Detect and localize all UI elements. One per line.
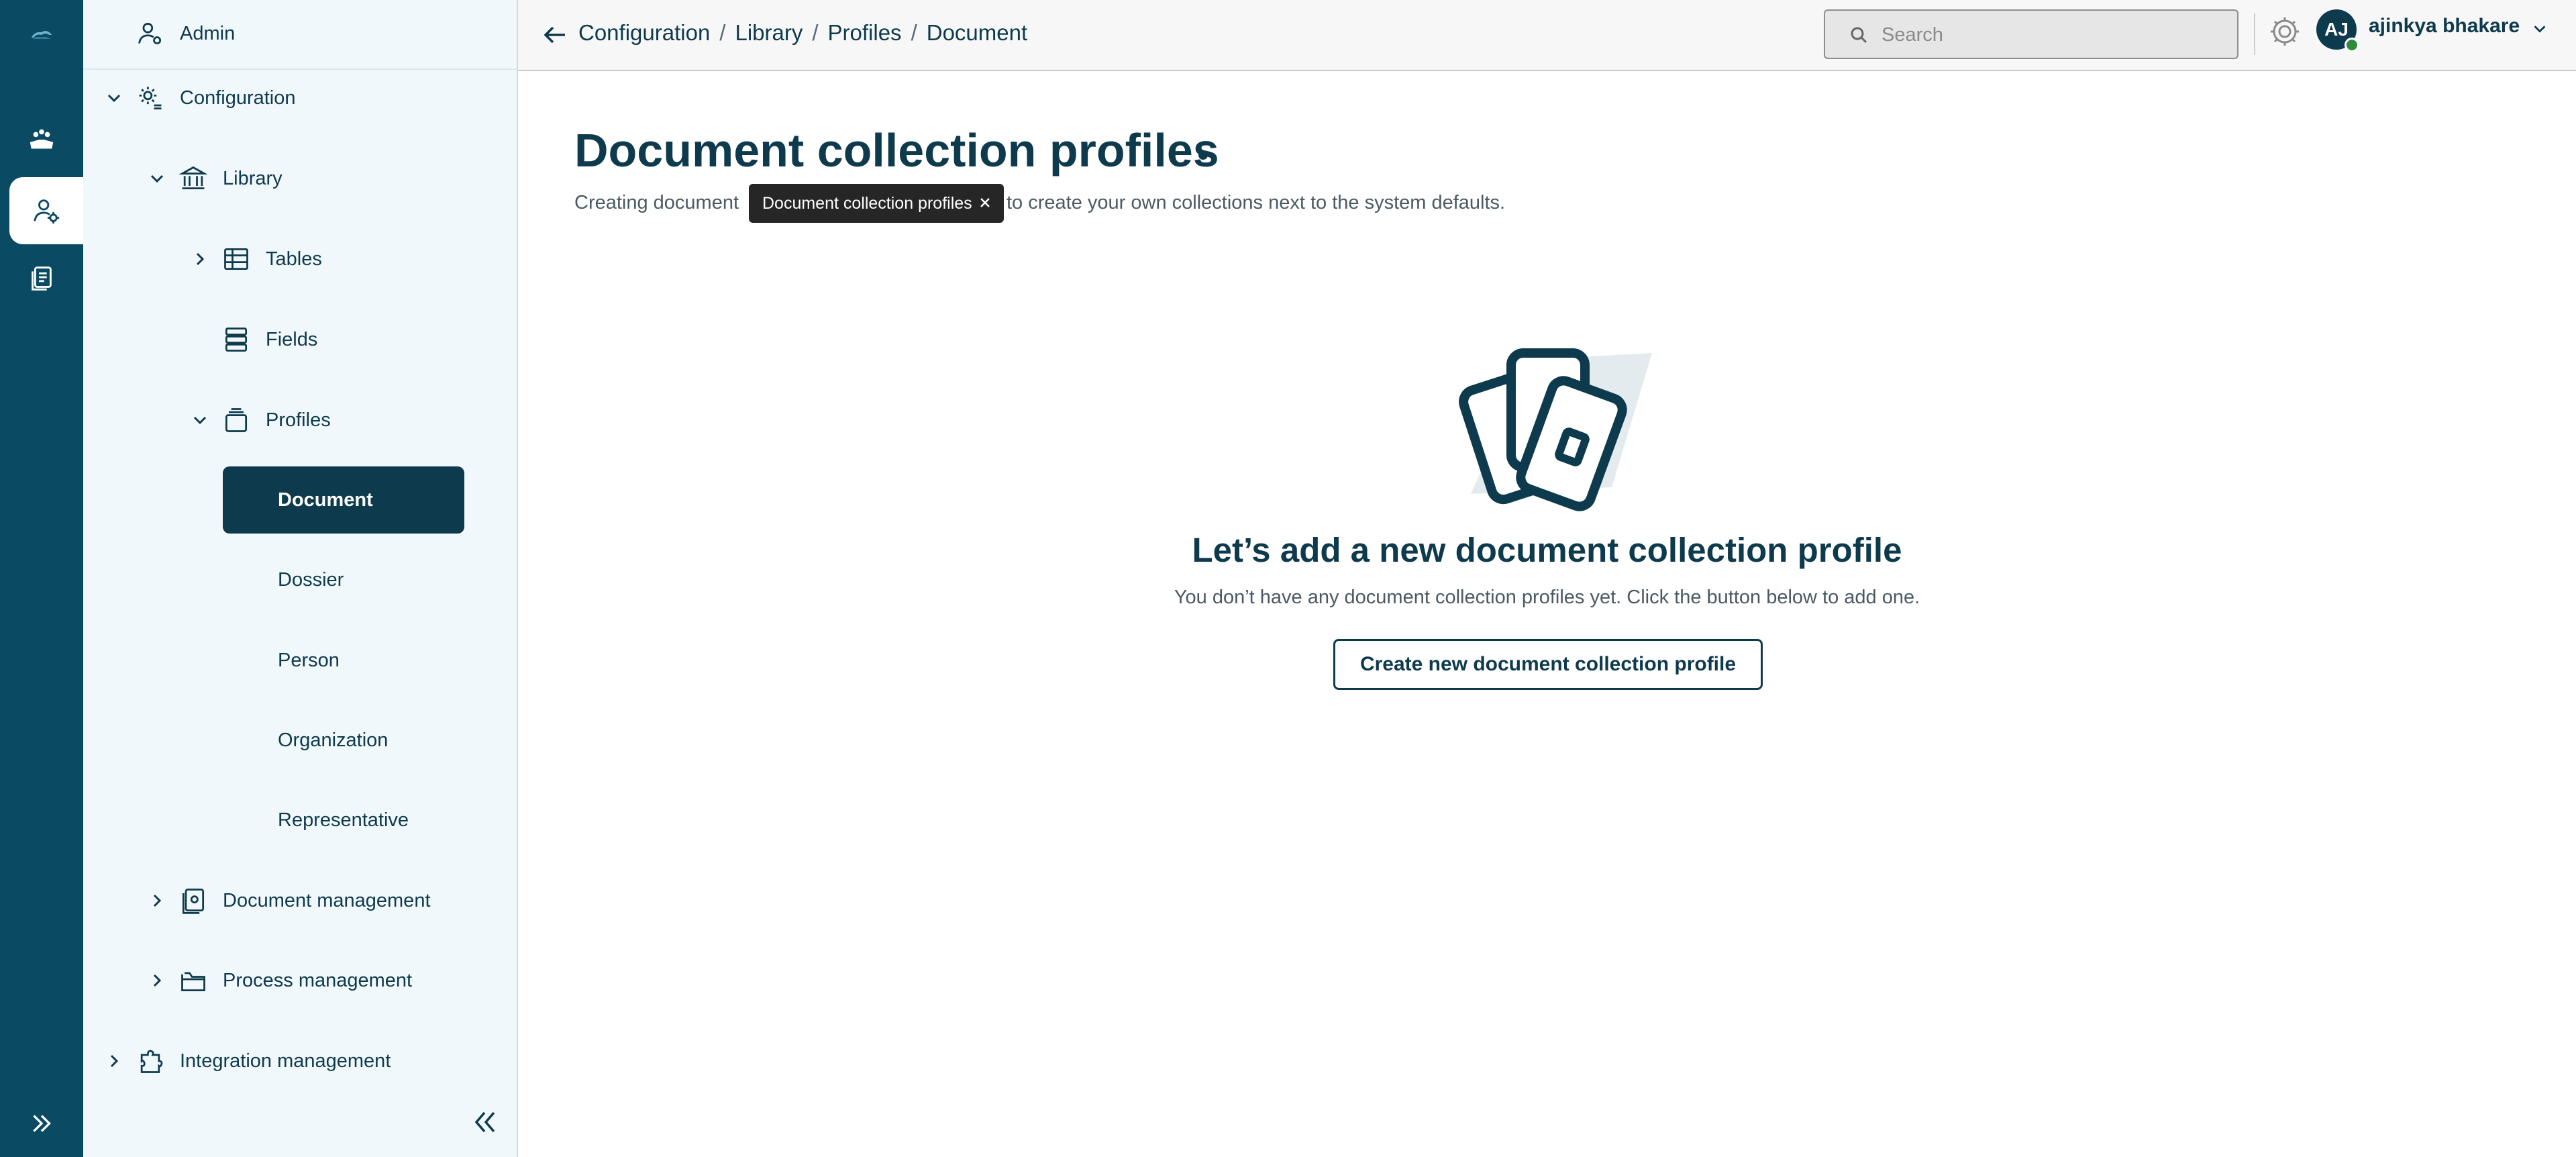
breadcrumb-item-configuration[interactable]: Configuration	[578, 20, 710, 46]
sidenav-item-library[interactable]: Library	[83, 154, 518, 203]
sidenav-label: Configuration	[180, 87, 296, 109]
page-description-end: to create your own collections next to t…	[1007, 192, 1506, 213]
sidenav-label: Admin	[180, 22, 236, 44]
rail-expand-button[interactable]	[0, 1090, 83, 1157]
chevron-down-icon	[193, 416, 207, 425]
empty-state-text: You don’t have any document collection p…	[1174, 587, 1920, 608]
sidenav-label: Library	[223, 167, 282, 189]
breadcrumb-separator: /	[911, 20, 917, 45]
sidenav-item-profiles[interactable]: Profiles	[83, 396, 518, 444]
sidenav-item-integration-management[interactable]: Integration management	[83, 1037, 518, 1085]
sidenav-item-tables[interactable]: Tables	[83, 235, 518, 283]
sidenav-item-fields[interactable]: Fields	[83, 315, 518, 364]
breadcrumb-item-library[interactable]: Library	[735, 20, 803, 46]
admin-sidenav: Admin Configuration Library Tables Field…	[83, 0, 518, 1157]
avatar-initials: AJ	[2324, 19, 2349, 40]
document-management-icon	[182, 889, 205, 914]
sidenav-item-organization[interactable]: Organization	[223, 707, 464, 774]
sidenav-label: Tables	[266, 248, 322, 270]
documents-icon	[32, 266, 52, 291]
avatar[interactable]: AJ	[2316, 9, 2359, 52]
sidenav-item-dossier[interactable]: Dossier	[223, 546, 464, 613]
search-input[interactable]	[1882, 19, 2217, 51]
chevron-right-icon	[153, 974, 162, 987]
breadcrumb-item-profiles[interactable]: Profiles	[828, 20, 902, 46]
sidenav-label: Integration management	[180, 1050, 391, 1072]
breadcrumb-separator: /	[719, 20, 726, 45]
collapse-sidenav-icon[interactable]	[467, 1107, 502, 1137]
chevron-right-icon	[110, 1054, 119, 1068]
back-arrow-icon[interactable]	[542, 21, 569, 48]
create-profile-button[interactable]: Create new document collection profile	[1333, 639, 1763, 690]
chevron-down-icon[interactable]	[2531, 20, 2548, 38]
user-gear-icon	[138, 22, 162, 45]
rail-admin-button[interactable]	[9, 177, 83, 244]
folder-icon	[181, 972, 205, 992]
title-info-dot[interactable]	[1198, 150, 1208, 160]
sidenav-label: Document management	[223, 889, 431, 911]
close-icon[interactable]	[976, 193, 994, 212]
search-icon	[1851, 27, 1867, 44]
main-content: Document collection profiles Creating do…	[518, 71, 2576, 1157]
tooltip: Document collection profiles	[749, 184, 1004, 223]
chevron-right-icon	[153, 894, 162, 907]
rail-documents-button[interactable]	[0, 244, 83, 311]
top-bar: Configuration / Library / Profiles / Doc…	[518, 0, 2576, 71]
breadcrumb-separator: /	[812, 20, 819, 45]
sidenav-item-representative[interactable]: Representative	[223, 787, 464, 854]
sidenav-header: Admin	[83, 0, 518, 70]
app-rail	[0, 0, 83, 1157]
header-divider	[2254, 13, 2255, 55]
tooltip-text: Document collection profiles	[762, 193, 972, 213]
sidenav-item-admin[interactable]: Admin	[83, 9, 518, 58]
hands-icon	[30, 129, 54, 149]
app-logo[interactable]	[0, 0, 83, 70]
table-icon	[224, 248, 248, 270]
sidenav-item-document-management[interactable]: Document management	[83, 876, 518, 925]
breadcrumb: Configuration / Library / Profiles / Doc…	[578, 20, 1027, 46]
user-name[interactable]: ajinkya bhakare	[2369, 15, 2520, 38]
user-gear-icon	[34, 199, 60, 224]
sidenav-item-process-management[interactable]: Process management	[83, 956, 518, 1005]
cloud-logo-icon	[31, 31, 52, 39]
settings-gear-icon[interactable]	[2267, 13, 2303, 50]
playing-cards-illustration	[1459, 348, 1652, 511]
chevron-down-icon	[107, 94, 121, 103]
double-chevron-right-icon	[33, 1115, 51, 1132]
sidenav-item-document[interactable]: Document	[223, 466, 464, 534]
sidenav-label: Fields	[266, 328, 318, 350]
sidenav-label: Profiles	[266, 409, 331, 431]
chevron-right-icon	[196, 252, 205, 266]
library-icon	[178, 166, 208, 190]
profiles-icon	[225, 408, 248, 432]
online-status-dot	[2345, 38, 2359, 52]
fields-icon	[225, 328, 248, 352]
sidenav-item-configuration[interactable]: Configuration	[83, 74, 518, 122]
page-title: Document collection profiles	[574, 124, 1219, 177]
rail-cases-button[interactable]	[0, 107, 83, 174]
puzzle-icon	[140, 1050, 163, 1073]
config-gear-icon	[139, 87, 162, 109]
page-description: Creating document	[574, 192, 739, 213]
search-box[interactable]	[1824, 9, 2238, 59]
sidenav-label: Process management	[223, 969, 413, 991]
breadcrumb-item-document: Document	[926, 20, 1028, 45]
chevron-down-icon	[150, 174, 164, 183]
sidenav-item-person[interactable]: Person	[223, 627, 464, 694]
empty-state-title: Let’s add a new document collection prof…	[1192, 531, 1902, 569]
